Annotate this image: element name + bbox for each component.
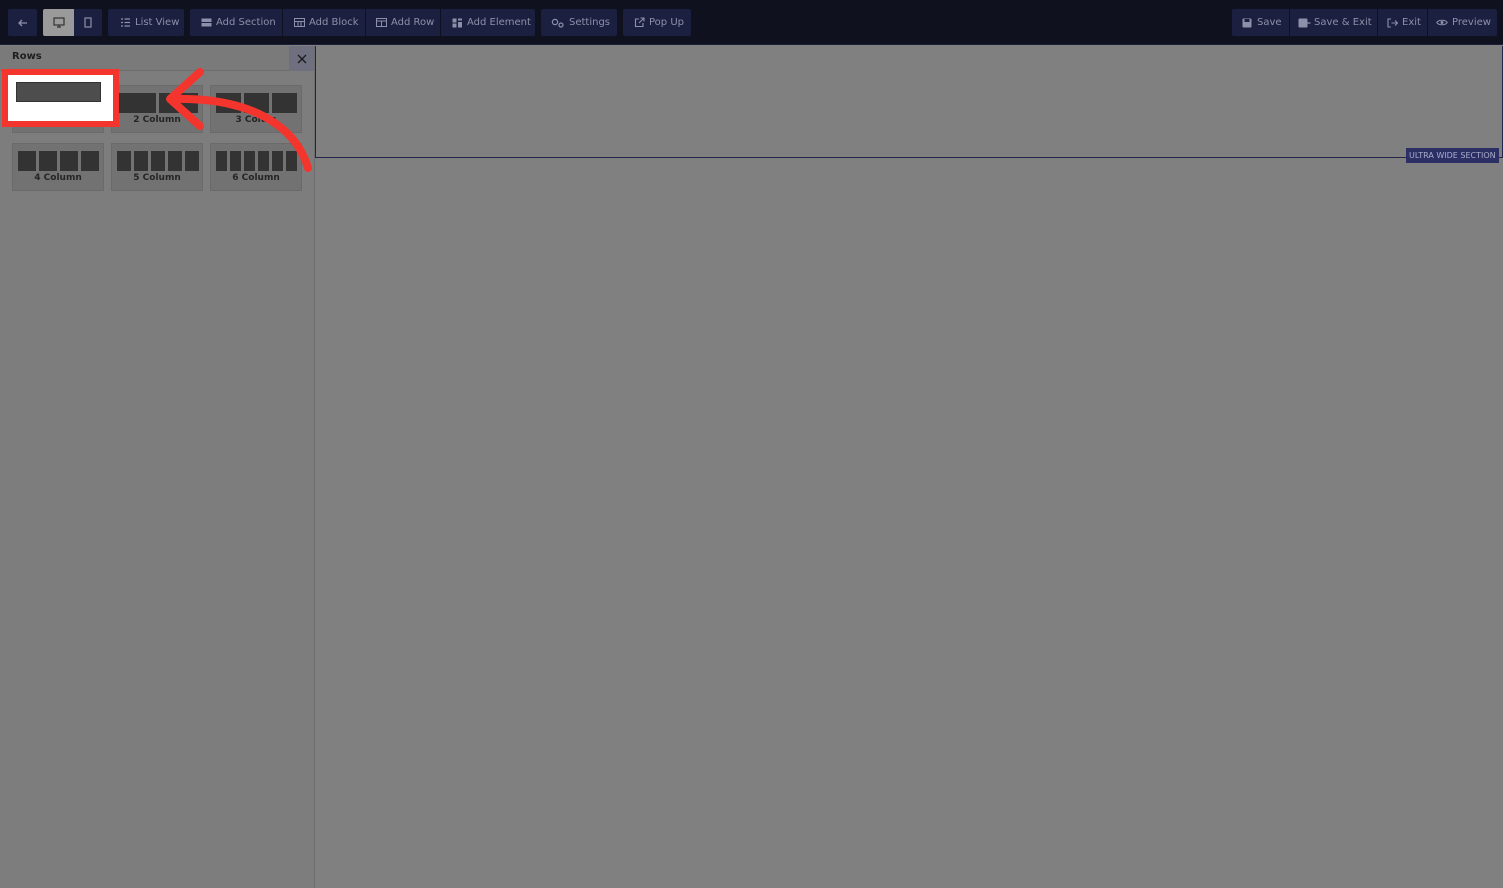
monitor-icon — [52, 17, 65, 28]
arrow-left-icon — [17, 19, 27, 26]
add-tools-group: Add Section Add Block Add Row Add Elemen… — [190, 9, 535, 36]
ultra-wide-section[interactable] — [315, 46, 1503, 158]
list-view-label: List View — [135, 17, 180, 28]
pop-up-label: Pop Up — [649, 17, 684, 28]
row-tile-4-column[interactable]: 4 Column — [12, 143, 104, 191]
block-icon — [292, 9, 306, 36]
annotation-arrow-icon — [166, 68, 312, 172]
device-toggle — [43, 9, 102, 36]
add-element-label: Add Element — [467, 17, 531, 28]
desktop-view-button[interactable] — [43, 9, 74, 36]
floppy-icon — [1240, 9, 1254, 36]
mobile-icon — [84, 17, 92, 28]
row-tile-label: 4 Column — [34, 173, 82, 183]
row-1-column-preview — [16, 82, 101, 102]
exit-button[interactable]: Exit — [1378, 9, 1427, 36]
external-link-icon — [632, 9, 646, 36]
list-view-button[interactable]: List View — [108, 9, 184, 36]
save-exit-label: Save & Exit — [1314, 17, 1372, 28]
save-button[interactable]: Save — [1232, 9, 1289, 36]
back-button[interactable] — [8, 9, 37, 36]
preview-label: Preview — [1452, 17, 1491, 28]
top-toolbar: List View Add Section Add Block Add Row … — [0, 0, 1503, 45]
section-type-tag: ULTRA WIDE SECTION — [1406, 148, 1499, 163]
row-icon — [374, 9, 388, 36]
settings-button[interactable]: Settings — [541, 9, 617, 36]
section-icon — [199, 9, 213, 36]
add-element-button[interactable]: Add Element — [441, 9, 535, 36]
exit-label: Exit — [1402, 17, 1421, 28]
save-exit-button[interactable]: Save & Exit — [1290, 9, 1377, 36]
add-section-button[interactable]: Add Section — [190, 9, 282, 36]
add-row-label: Add Row — [391, 17, 435, 28]
add-row-button[interactable]: Add Row — [366, 9, 440, 36]
save-actions-group: Save Save & Exit Exit Preview — [1232, 9, 1497, 36]
save-label: Save — [1257, 17, 1282, 28]
rows-panel-title: Rows — [12, 51, 42, 62]
preview-button[interactable]: Preview — [1428, 9, 1497, 36]
gears-icon — [550, 9, 566, 36]
pop-up-button[interactable]: Pop Up — [623, 9, 691, 36]
row-4-column-preview — [18, 151, 99, 171]
settings-label: Settings — [569, 17, 611, 28]
eye-icon — [1435, 9, 1449, 36]
sign-out-icon — [1385, 9, 1399, 36]
add-block-button[interactable]: Add Block — [283, 9, 365, 36]
add-section-label: Add Section — [216, 17, 276, 28]
element-icon — [450, 9, 464, 36]
add-block-label: Add Block — [309, 17, 359, 28]
list-icon — [118, 9, 132, 36]
mobile-view-button[interactable] — [74, 9, 102, 36]
highlighted-row-tile-1-column[interactable] — [2, 69, 119, 127]
save-exit-icon — [1297, 9, 1311, 36]
